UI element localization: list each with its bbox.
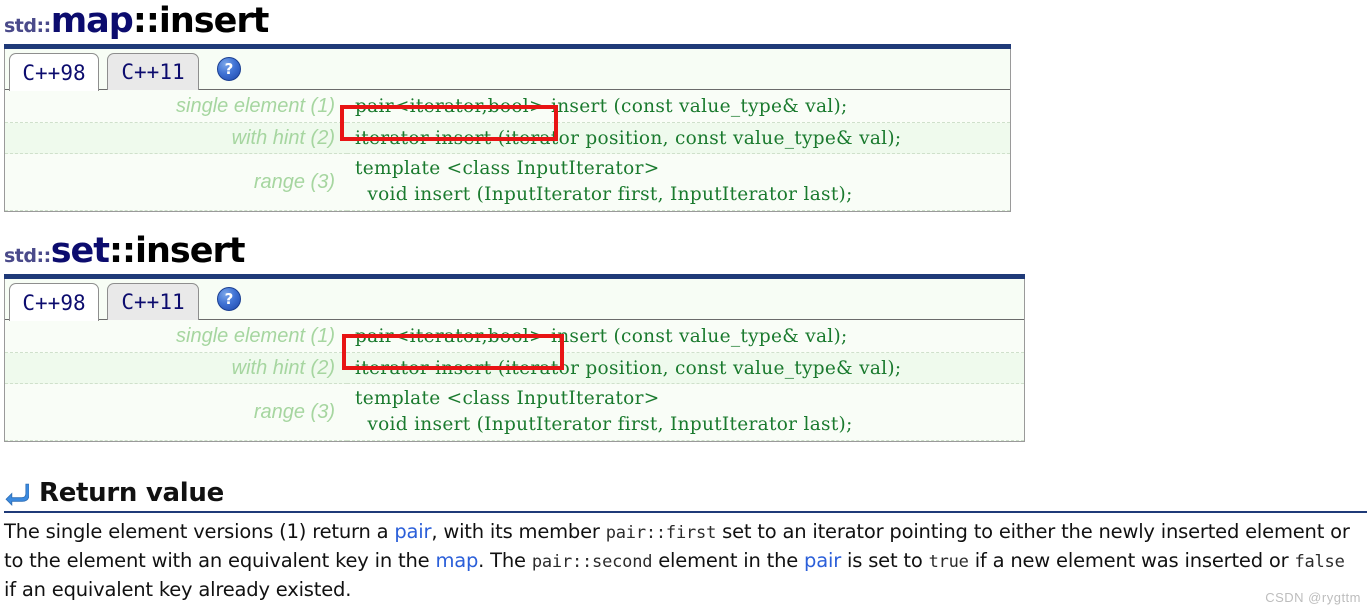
tab-cpp98-map[interactable]: C++98 [9,53,99,91]
link-map[interactable]: map [435,549,478,572]
tab-cpp98-set[interactable]: C++98 [9,283,99,321]
section-set-insert: std::set::insert C++98 C++11 ? single el… [4,234,1025,442]
table-row: single element (1) pair<iterator,bool> i… [5,90,1010,123]
signature-line-1: template <class InputIterator> [355,158,660,179]
para-text-8: if an equivalent key already existed. [4,578,352,601]
return-value-heading: Return value [4,478,1367,508]
code-false: false [1294,552,1345,572]
table-row: range (3) template <class InputIterator>… [5,383,1024,441]
overload-label: single element (1) [5,320,347,353]
code-pair-second: pair::second [531,552,653,572]
overload-label: range (3) [5,383,347,441]
signature-panel-set: C++98 C++11 ? single element (1) pair<it… [4,279,1025,442]
tabbar-set: C++98 C++11 ? [5,279,1024,321]
table-row: single element (1) pair<iterator,bool> i… [5,320,1024,353]
table-row: with hint (2) iterator insert (iterator … [5,122,1010,154]
tab-cpp11-map[interactable]: C++11 [107,53,199,90]
code-true: true [928,552,969,572]
para-text-6: is set to [841,549,929,572]
title-function: insert [158,1,269,41]
title-namespace: std:: [4,15,51,37]
return-value-paragraph: The single element versions (1) return a… [4,518,1356,604]
table-row: with hint (2) iterator insert (iterator … [5,352,1024,384]
section-map-insert: std::map::insert C++98 C++11 ? single el… [4,4,1011,212]
return-value-section: Return value [4,478,1367,513]
overload-signature: iterator insert (iterator position, cons… [347,352,1024,384]
question-mark-glyph: ? [224,59,234,78]
para-text-1: The single element versions (1) return a [4,520,395,543]
overload-signature: template <class InputIterator> void inse… [347,383,1024,441]
para-text-7: if a new element was inserted or [968,549,1295,572]
signature-line-1: template <class InputIterator> [355,388,660,409]
help-icon-set[interactable]: ? [217,287,241,311]
para-text-2: , with its member [431,520,606,543]
signature-panel-map: C++98 C++11 ? single element (1) pair<it… [4,49,1011,212]
return-arrow-icon [5,483,29,506]
link-pair-2[interactable]: pair [804,549,841,572]
overload-label: with hint (2) [5,352,347,384]
overload-signature: template <class InputIterator> void inse… [347,153,1010,211]
title-class: set [50,231,110,271]
para-text-4: . The [478,549,532,572]
watermark: CSDN @rygttm [1265,590,1361,605]
help-icon-map[interactable]: ? [217,57,241,81]
page-root: std::map::insert C++98 C++11 ? single el… [0,0,1367,609]
tab-label: C++98 [22,60,86,85]
tab-label: C++11 [121,290,185,314]
overload-signature: pair<iterator,bool> insert (const value_… [347,320,1024,353]
page-title-set: std::set::insert [4,234,1025,269]
link-pair-1[interactable]: pair [394,520,431,543]
overload-signature: pair<iterator,bool> insert (const value_… [347,90,1010,123]
title-namespace: std:: [4,245,51,267]
return-value-divider [4,511,1367,513]
tab-cpp11-set[interactable]: C++11 [107,283,199,320]
overload-label: single element (1) [5,90,347,123]
title-separator: :: [132,1,160,41]
title-separator: :: [109,231,136,271]
overload-label: with hint (2) [5,122,347,154]
question-mark-glyph: ? [224,289,234,308]
para-text-5: element in the [652,549,805,572]
overload-label: range (3) [5,153,347,211]
table-row: range (3) template <class InputIterator>… [5,153,1010,211]
signature-table-map: single element (1) pair<iterator,bool> i… [5,90,1010,211]
signature-line-2: void insert (InputIterator first, InputI… [355,184,853,205]
tab-label: C++11 [121,60,185,84]
title-function: insert [135,231,245,271]
signature-line-2: void insert (InputIterator first, InputI… [355,414,853,435]
page-title-map: std::map::insert [4,4,1011,39]
tabbar-map: C++98 C++11 ? [5,49,1010,91]
signature-table-set: single element (1) pair<iterator,bool> i… [5,320,1024,441]
code-pair-first: pair::first [605,523,717,543]
return-value-title: Return value [39,478,224,508]
overload-signature: iterator insert (iterator position, cons… [347,122,1010,154]
tab-label: C++98 [22,290,86,315]
title-class: map [50,1,134,41]
